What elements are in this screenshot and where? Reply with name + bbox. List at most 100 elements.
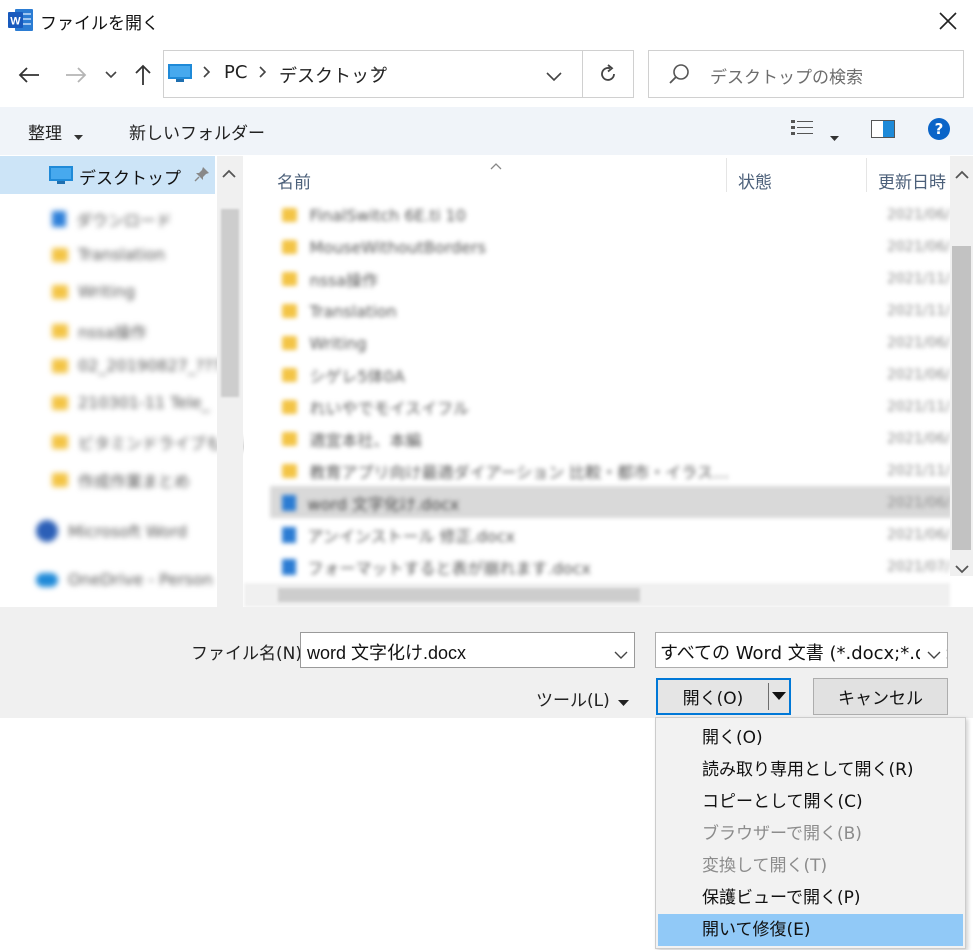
folder-icon [282,304,298,318]
back-button[interactable] [14,60,44,90]
open-button-label[interactable]: 開く(O) [658,680,768,713]
pc-monitor-icon [168,64,192,86]
table-row[interactable]: アンインストール 修正.docx 2021/06/ [282,519,950,551]
folder-icon [282,464,298,478]
sort-ascending-icon [490,155,502,174]
search-placeholder[interactable]: デスクトップの検索 [710,63,863,88]
view-dropdown-icon[interactable] [830,127,839,146]
view-options-button[interactable] [791,119,815,143]
organize-label: 整理 [28,124,62,144]
filename-label: ファイル名(N): [191,644,308,664]
menu-item-open-with-transform: 変換して開く(T) [702,856,828,876]
nav-item-folder[interactable]: 210301-11 Tele_ [52,393,209,412]
organize-button[interactable]: 整理 [28,119,62,144]
desktop-monitor-icon [49,166,73,188]
folder-icon [52,247,68,262]
open-button[interactable]: 開く(O) [656,678,791,715]
breadcrumb-separator-icon [258,64,268,84]
details-view-icon [791,120,813,135]
menu-item-open[interactable]: 開く(O) [658,722,963,754]
folder-icon [52,435,68,449]
folder-icon [282,240,298,254]
table-row[interactable]: 適宜本社、本編 2021/06/ [282,423,950,455]
table-row[interactable]: MouseWithoutBorders 2021/06/ [282,231,950,263]
folder-icon [282,272,298,286]
arrow-right-icon [66,67,87,83]
nav-desktop-label: デスクトップ [79,169,181,189]
filename-value: word 文字化け.docx [307,643,467,663]
nav-item-downloads[interactable]: ダウンロード [52,207,172,231]
table-row[interactable]: れいやでモイスイフル 2021/11/ [282,391,950,423]
help-icon: ? [928,118,950,140]
folder-icon [282,336,298,350]
open-options-dropdown[interactable] [769,680,789,713]
download-icon [52,211,66,227]
dropdown-arrow-icon [772,692,786,700]
chevron-down-icon [614,651,628,659]
table-row[interactable]: フォーマットすると表が崩れます.docx 2021/07/ [282,551,950,583]
breadcrumb-separator-icon [202,64,212,84]
folder-icon [282,400,298,414]
tools-button[interactable]: ツール(L) [536,686,610,711]
address-history-dropdown[interactable] [546,67,562,86]
up-button[interactable] [128,60,158,90]
table-row[interactable]: nssa操作 2021/11/ [282,263,950,295]
filetype-value: すべての Word 文書 (*.docx;*.doc [660,643,948,664]
column-header-date[interactable]: 更新日時 [878,168,950,193]
window-title: ファイルを開く [40,14,159,34]
nav-item-folder[interactable]: Writing [52,282,135,301]
open-options-menu: 開く(O) 読み取り専用として開く(R) コピーとして開く(C) ブラウザーで開… [655,717,966,949]
nav-scroll-thumb[interactable] [221,209,239,397]
onedrive-icon [36,572,58,587]
filename-history-dropdown[interactable] [614,645,628,664]
menu-item-open-read-only[interactable]: 読み取り専用として開く(R) [658,754,963,786]
chevron-down-icon [927,651,941,659]
column-divider [866,158,867,192]
nav-item-word[interactable]: Microsoft Word [36,520,187,542]
nav-item-folder[interactable]: Translation [52,245,165,264]
scroll-down-icon[interactable] [955,559,969,578]
organize-dropdown-icon [74,126,83,145]
word-app-icon [36,520,58,542]
breadcrumb-desktop[interactable]: デスクトップ [279,62,387,88]
column-header-name[interactable]: 名前 [277,168,311,193]
folder-icon [282,208,298,222]
folder-icon [52,284,68,299]
close-button[interactable] [930,4,966,38]
recent-locations-button[interactable] [97,60,125,90]
file-list-scroll-thumb[interactable] [952,246,971,550]
scroll-up-icon[interactable] [222,164,236,183]
table-row[interactable]: 教育アプリ向け最適ダイアーション 比較・都市・イラス… 2021/11/ [282,455,950,487]
filetype-dropdown-icon[interactable] [927,645,941,664]
preview-pane-button[interactable] [871,120,895,142]
horizontal-scroll-thumb[interactable] [278,588,640,602]
breadcrumb-pc[interactable]: PC [224,62,247,83]
nav-item-folder[interactable]: nssa操作 [52,319,147,343]
refresh-button[interactable] [582,50,634,98]
column-header-status[interactable]: 状態 [738,168,772,193]
scroll-up-icon[interactable] [955,165,969,184]
nav-item-onedrive[interactable]: OneDrive - Person [36,570,213,589]
filetype-select[interactable]: すべての Word 文書 (*.docx;*.doc [655,632,948,668]
menu-item-open-protected-view[interactable]: 保護ビューで開く(P) [658,882,963,914]
table-row[interactable]: Translation 2021/11/ [282,295,950,327]
arrow-up-icon [135,64,151,85]
tools-dropdown-icon[interactable] [618,692,629,711]
folder-icon [52,473,68,487]
table-row[interactable]: シゲレ5体0A 2021/06/ [282,359,950,391]
table-row[interactable]: FinalSwitch 6E.ti 10 2021/06/ [282,199,950,231]
word-document-icon [282,495,296,511]
nav-item-folder[interactable]: 02_20190827_??? [52,356,221,375]
forward-button[interactable] [61,60,91,90]
nav-item-folder[interactable]: 作成作業まとめ [52,468,190,492]
filename-input[interactable]: word 文字化け.docx [300,632,635,668]
menu-item-open-as-copy[interactable]: コピーとして開く(C) [658,786,963,818]
table-row[interactable]: Writing 2021/06/ [282,327,950,359]
help-button[interactable]: ? [927,117,951,145]
preview-pane-icon [871,120,895,138]
menu-item-open-and-repair[interactable]: 開いて修復(E) [658,914,963,946]
table-row-selected[interactable]: word 文字化け.docx 2021/06/ [282,487,950,519]
cancel-button[interactable]: キャンセル [813,678,948,715]
new-folder-button[interactable]: 新しいフォルダー [129,119,265,144]
refresh-icon [601,64,615,81]
